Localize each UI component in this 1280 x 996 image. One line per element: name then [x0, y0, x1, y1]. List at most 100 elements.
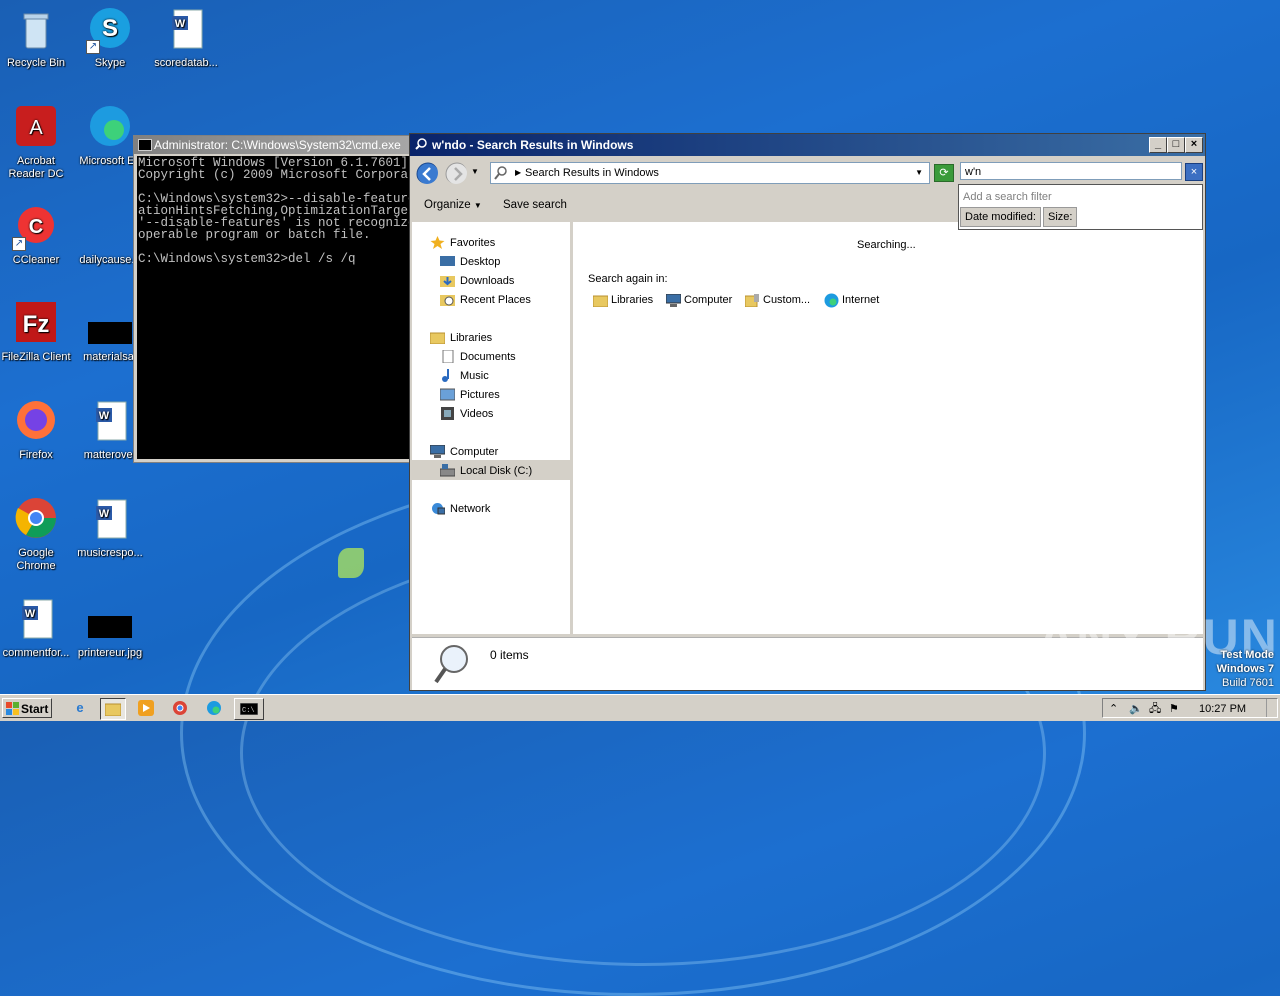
searching-status: Searching... [857, 239, 916, 251]
chevron-down-icon: ▼ [473, 201, 482, 210]
recent-pages-dropdown-icon[interactable]: ▼ [471, 167, 479, 176]
address-dropdown-icon[interactable]: ▼ [915, 163, 923, 183]
media-player-icon[interactable] [134, 698, 158, 718]
clock[interactable]: 10:27 PM [1199, 699, 1246, 719]
music-icon [442, 369, 449, 382]
address-bar[interactable]: ▶ Search Results in Windows ▼ [490, 162, 930, 184]
nav-desktop[interactable]: Desktop [440, 254, 500, 270]
breadcrumb[interactable]: Search Results in Windows [525, 163, 659, 183]
show-desktop-button[interactable] [1266, 699, 1277, 717]
desktop-icon-scoredatab[interactable]: W scoredatab... [150, 6, 222, 70]
volume-icon[interactable]: 🔈 [1129, 699, 1143, 719]
nav-videos[interactable]: Videos [440, 406, 493, 422]
nav-network[interactable]: Network [430, 501, 490, 517]
computer-icon [666, 294, 681, 307]
action-center-icon[interactable]: ⚑ [1169, 699, 1179, 719]
date-modified-filter[interactable]: Date modified: [960, 207, 1041, 227]
desktop-icon-acrobat[interactable]: A Acrobat Reader DC [0, 104, 72, 181]
maximize-button[interactable]: □ [1167, 137, 1185, 153]
nav-label: Local Disk (C:) [460, 465, 533, 477]
recycle-bin-icon [12, 6, 60, 54]
content-pane[interactable]: Searching... Search again in: Libraries … [573, 222, 1203, 634]
svg-text:A: A [29, 117, 43, 139]
console-line: Copyright (c) 2009 Microsoft Corporation… [138, 168, 424, 182]
desktop-icon-commentfor[interactable]: W commentfor... [0, 596, 72, 660]
desktop-icon-recycle-bin[interactable]: Recycle Bin [0, 6, 72, 70]
search-location-custom[interactable]: Custom... [745, 294, 810, 307]
nav-pictures[interactable]: Pictures [440, 387, 500, 403]
desktop-icon-chrome[interactable]: Google Chrome [0, 496, 72, 573]
search-location-internet[interactable]: Internet [824, 293, 879, 308]
location-label: Libraries [611, 294, 654, 306]
desktop-icon-ccleaner[interactable]: C ↗ CCleaner [0, 203, 72, 267]
organize-label: Organize [424, 199, 471, 211]
cmd-icon [138, 139, 152, 151]
back-button[interactable] [416, 162, 438, 184]
explorer-title: w'ndo - Search Results in Windows [432, 138, 634, 152]
search-icon [415, 138, 427, 150]
desktop-icon-firefox[interactable]: Firefox [0, 398, 72, 462]
nav-downloads[interactable]: Downloads [440, 273, 514, 289]
minimize-button[interactable]: _ [1149, 137, 1167, 153]
cmd-taskbar-icon[interactable]: C:\ [234, 698, 264, 720]
svg-text:W: W [99, 508, 110, 520]
desktop-icon-filezilla[interactable]: Fz FileZilla Client [0, 300, 72, 364]
forward-button[interactable] [445, 162, 467, 184]
clear-search-button[interactable]: × [1185, 163, 1203, 181]
cmd-window[interactable]: Administrator: C:\Windows\System32\cmd.e… [133, 135, 425, 463]
star-icon [430, 236, 445, 249]
desktop-icon-skype[interactable]: S ↗ Skype [74, 6, 146, 70]
network-tray-icon[interactable]: 🖧 [1149, 699, 1161, 719]
nav-favorites[interactable]: Favorites [430, 235, 495, 251]
svg-text:W: W [175, 18, 186, 30]
breadcrumb-arrow-icon[interactable]: ▶ [515, 163, 521, 183]
nav-label: Music [460, 370, 489, 382]
testmode-line: Windows 7 [1216, 663, 1274, 675]
nav-documents[interactable]: Documents [440, 349, 516, 365]
show-hidden-icons-button[interactable]: ⌃ [1109, 699, 1118, 719]
desktop-icon-musicrespo[interactable]: W musicrespo... [74, 496, 146, 560]
search-icon [494, 166, 507, 180]
testmode-line: Test Mode [1220, 649, 1274, 661]
explorer-taskbar-icon[interactable] [100, 698, 126, 720]
save-search-button[interactable]: Save search [503, 199, 567, 211]
nav-recent-places[interactable]: Recent Places [440, 292, 531, 308]
start-button[interactable]: Start [2, 698, 52, 718]
close-button[interactable]: × [1185, 137, 1203, 153]
nav-label: Downloads [460, 275, 515, 287]
desktop-icon-printereur[interactable]: printereur.jpg [74, 596, 146, 660]
svg-text:C: C [29, 216, 43, 238]
size-filter[interactable]: Size: [1043, 207, 1078, 227]
nav-label: Documents [460, 351, 516, 363]
downloads-icon [440, 276, 455, 287]
search-filter-dropdown: Add a search filter Date modified: Size: [958, 184, 1203, 230]
custom-folder-icon [745, 294, 759, 307]
nav-label: Libraries [450, 332, 493, 344]
cmd-titlebar[interactable]: Administrator: C:\Windows\System32\cmd.e… [134, 136, 424, 154]
svg-text:C:\: C:\ [242, 707, 255, 715]
recent-places-icon [440, 295, 455, 306]
ccleaner-icon: C ↗ [12, 203, 60, 251]
ie-icon[interactable]: e [68, 698, 92, 718]
refresh-button[interactable]: ⟳ [934, 164, 954, 182]
edge-icon [86, 104, 134, 152]
taskbar: Start e C:\ ⌃ 🔈 🖧 ⚑ 10:27 PM [0, 694, 1280, 721]
nav-computer[interactable]: Computer [430, 444, 498, 460]
console-line: C:\Windows\system32>del /s /q [138, 252, 356, 266]
system-tray: ⌃ 🔈 🖧 ⚑ 10:27 PM [1102, 698, 1278, 718]
nav-label: Recent Places [460, 294, 531, 306]
console-line: operable program or batch file. [138, 228, 371, 242]
nav-libraries[interactable]: Libraries [430, 330, 492, 346]
organize-button[interactable]: Organize ▼ [424, 199, 482, 211]
explorer-titlebar[interactable]: w'ndo - Search Results in Windows _ □ × [410, 134, 1205, 156]
chrome-taskbar-icon[interactable] [168, 698, 192, 718]
nav-local-disk[interactable]: Local Disk (C:) [440, 463, 532, 479]
magnifier-icon [434, 645, 468, 684]
search-input[interactable]: w'n [960, 162, 1182, 180]
nav-music[interactable]: Music [440, 368, 489, 384]
shortcut-arrow-icon: ↗ [86, 40, 100, 54]
cmd-console[interactable]: Microsoft Windows [Version 6.1.7601] Copy… [137, 156, 424, 459]
search-location-libraries[interactable]: Libraries [593, 294, 654, 307]
edge-taskbar-icon[interactable] [202, 698, 226, 718]
search-location-computer[interactable]: Computer [666, 294, 732, 307]
